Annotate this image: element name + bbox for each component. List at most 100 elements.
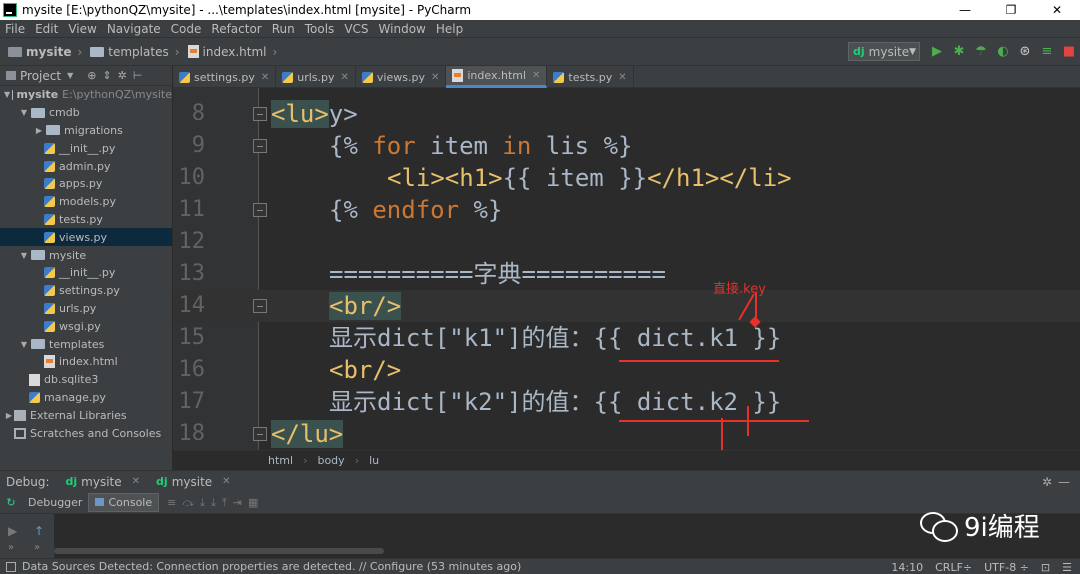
- stop-icon[interactable]: ■: [1060, 42, 1078, 60]
- tree-item[interactable]: ▶ External Libraries: [0, 406, 172, 424]
- profile-icon[interactable]: ◐: [994, 42, 1012, 60]
- file-encoding[interactable]: UTF-8 ÷: [984, 561, 1029, 574]
- expanded-arrow-icon[interactable]: ▼: [19, 251, 29, 260]
- collapsed-arrow-icon[interactable]: ▶: [4, 411, 14, 420]
- tab-settings-py[interactable]: settings.py ✕: [173, 66, 277, 88]
- step-into-my-code-icon[interactable]: ⤓: [211, 496, 216, 510]
- nav-crumb-file[interactable]: index.html ›: [187, 45, 277, 59]
- rerun-icon[interactable]: ↻: [0, 496, 22, 509]
- fold-marker-icon[interactable]: [253, 107, 267, 121]
- horizontal-scrollbar[interactable]: [54, 548, 384, 554]
- step-over-icon[interactable]: ⤼: [182, 496, 194, 510]
- concurrency-icon[interactable]: ⊛: [1016, 42, 1034, 60]
- menu-item-tools[interactable]: Tools: [300, 22, 340, 36]
- breadcrumb-item[interactable]: html: [268, 454, 293, 467]
- tree-item[interactable]: tests.py: [0, 211, 172, 229]
- show-execution-point-icon[interactable]: ≡: [167, 496, 176, 510]
- tree-item[interactable]: views.py: [0, 228, 172, 247]
- tree-item[interactable]: db.sqlite3: [0, 371, 172, 389]
- code-editor[interactable]: <body> 8 <lu> 9 {% for item in lis %} 10 <li>…: [173, 88, 1080, 450]
- menu-item-vcs[interactable]: VCS: [339, 22, 373, 36]
- evaluate-icon[interactable]: ▦: [248, 496, 258, 510]
- tree-item[interactable]: index.html: [0, 353, 172, 371]
- breadcrumb-item[interactable]: lu: [369, 454, 379, 467]
- tree-item[interactable]: ▼ cmdb: [0, 104, 172, 122]
- fold-marker-icon[interactable]: [253, 203, 267, 217]
- console-tab[interactable]: Console: [88, 493, 160, 512]
- close-icon[interactable]: ✕: [261, 72, 269, 83]
- more-icon[interactable]: »: [34, 542, 40, 553]
- fold-marker-icon[interactable]: [253, 139, 267, 153]
- expanded-arrow-icon[interactable]: ▼: [4, 90, 10, 99]
- more-icon[interactable]: »: [8, 542, 14, 553]
- close-icon[interactable]: ✕: [532, 70, 540, 81]
- menu-item-view[interactable]: View: [63, 22, 101, 36]
- gear-icon[interactable]: ✲: [1042, 475, 1052, 489]
- coverage-icon[interactable]: ☂: [972, 42, 990, 60]
- locate-icon[interactable]: ⊕: [87, 69, 96, 82]
- nav-crumb-project[interactable]: mysite ›: [8, 45, 82, 59]
- menu-item-navigate[interactable]: Navigate: [102, 22, 166, 36]
- tree-item[interactable]: models.py: [0, 193, 172, 211]
- menu-item-window[interactable]: Window: [374, 22, 431, 36]
- tab-tests-py[interactable]: tests.py ✕: [547, 66, 634, 88]
- menu-item-file[interactable]: File: [0, 22, 30, 36]
- minimize-button[interactable]: —: [942, 0, 988, 20]
- tree-item[interactable]: __init__.py: [0, 264, 172, 282]
- event-log-icon[interactable]: ☰: [1062, 561, 1072, 574]
- menu-item-edit[interactable]: Edit: [30, 22, 63, 36]
- tab-index-html[interactable]: index.html ✕: [446, 66, 548, 88]
- step-into-icon[interactable]: ⤓: [200, 496, 205, 510]
- caret-down-icon[interactable]: ▼: [67, 71, 73, 80]
- run-to-cursor-icon[interactable]: ⇥: [233, 496, 242, 510]
- tree-item[interactable]: ▼ mysite E:\pythonQZ\mysite: [0, 86, 172, 104]
- close-icon[interactable]: ✕: [618, 72, 626, 83]
- fold-marker-icon[interactable]: [253, 299, 267, 313]
- tab-views-py[interactable]: views.py ✕: [356, 66, 447, 88]
- close-icon[interactable]: ✕: [341, 72, 349, 83]
- gear-icon[interactable]: ✲: [118, 69, 127, 82]
- menu-item-code[interactable]: Code: [166, 22, 207, 36]
- nav-crumb-templates[interactable]: templates ›: [90, 45, 180, 59]
- tree-item[interactable]: admin.py: [0, 157, 172, 175]
- caret-position[interactable]: 14:10: [891, 561, 923, 574]
- tree-item[interactable]: apps.py: [0, 175, 172, 193]
- debug-icon[interactable]: ✱: [950, 42, 968, 60]
- tree-item[interactable]: wsgi.py: [0, 317, 172, 335]
- menu-item-refactor[interactable]: Refactor: [206, 22, 266, 36]
- debug-tab-mysite-2[interactable]: dj mysite ✕: [156, 475, 231, 489]
- menu-item-run[interactable]: Run: [267, 22, 300, 36]
- project-view-select[interactable]: Project: [20, 69, 61, 83]
- minimize-panel-icon[interactable]: —: [1058, 475, 1070, 489]
- tree-item[interactable]: Scratches and Consoles: [0, 424, 172, 442]
- close-button[interactable]: ✕: [1034, 0, 1080, 20]
- lock-icon[interactable]: ⊡: [1041, 561, 1050, 574]
- collapsed-arrow-icon[interactable]: ▶: [34, 126, 44, 135]
- tree-item[interactable]: manage.py: [0, 389, 172, 407]
- tree-item[interactable]: ▼ mysite: [0, 246, 172, 264]
- restore-button[interactable]: ❐: [988, 0, 1034, 20]
- breadcrumb-item[interactable]: body: [317, 454, 344, 467]
- menu-item-help[interactable]: Help: [431, 22, 468, 36]
- tree-item[interactable]: urls.py: [0, 300, 172, 318]
- expanded-arrow-icon[interactable]: ▼: [19, 340, 29, 349]
- status-message[interactable]: Data Sources Detected: Connection proper…: [22, 560, 521, 573]
- tab-urls-py[interactable]: urls.py ✕: [276, 66, 356, 88]
- tree-item[interactable]: settings.py: [0, 282, 172, 300]
- console-output[interactable]: ▶ ↑ » »: [0, 514, 1080, 558]
- collapse-icon[interactable]: ⇕: [102, 69, 111, 82]
- expanded-arrow-icon[interactable]: ▼: [19, 108, 29, 117]
- debug-tab-mysite[interactable]: dj mysite ✕: [66, 475, 141, 489]
- debugger-tab[interactable]: Debugger: [22, 494, 88, 511]
- tree-item[interactable]: ▶ migrations: [0, 122, 172, 140]
- line-separator[interactable]: CRLF÷: [935, 561, 972, 574]
- close-icon[interactable]: ✕: [222, 476, 230, 487]
- fold-marker-icon[interactable]: [253, 427, 267, 441]
- build-icon[interactable]: ≡: [1038, 42, 1056, 60]
- close-icon[interactable]: ✕: [431, 72, 439, 83]
- run-icon[interactable]: ▶: [928, 42, 946, 60]
- resume-icon[interactable]: ▶: [8, 524, 17, 538]
- arrow-up-icon[interactable]: ↑: [34, 524, 44, 538]
- tool-windows-icon[interactable]: [6, 561, 16, 572]
- tree-item[interactable]: __init__.py: [0, 139, 172, 157]
